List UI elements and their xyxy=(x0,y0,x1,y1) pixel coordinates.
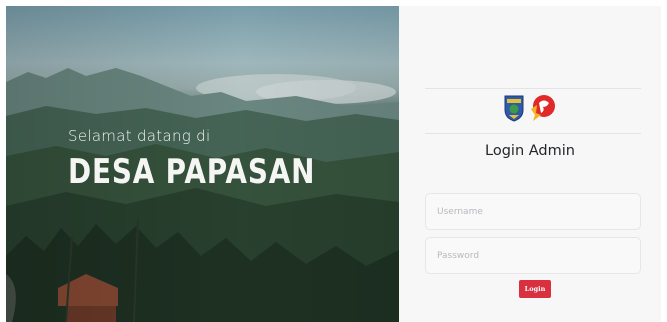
page-frame: Selamat datang di DESA PAPASAN Login Adm… xyxy=(6,6,661,322)
regency-crest-icon xyxy=(504,95,524,122)
logo-group xyxy=(503,93,557,123)
login-panel: Login Admin xyxy=(399,6,661,322)
password-input[interactable] xyxy=(425,237,641,274)
hero-banner: Selamat datang di DESA PAPASAN xyxy=(6,6,399,322)
login-button[interactable]: Login xyxy=(519,280,551,298)
login-title: Login Admin xyxy=(485,143,575,159)
welcome-text: Selamat datang di xyxy=(68,127,211,145)
red-lion-emblem-icon xyxy=(531,95,555,121)
username-input[interactable] xyxy=(425,193,641,230)
divider-top xyxy=(425,88,641,89)
divider-bottom xyxy=(425,133,641,134)
village-name-heading: DESA PAPASAN xyxy=(68,152,316,192)
